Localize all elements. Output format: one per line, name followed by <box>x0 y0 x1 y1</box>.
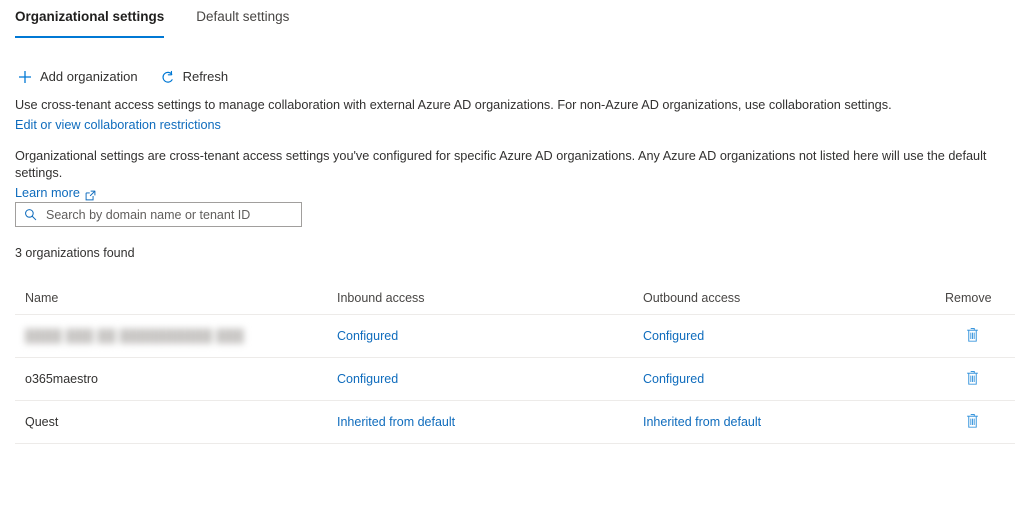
trash-icon <box>965 413 980 432</box>
description-block-1: Use cross-tenant access settings to mana… <box>15 97 892 134</box>
add-organization-label: Add organization <box>40 69 138 84</box>
tab-organizational-settings[interactable]: Organizational settings <box>15 0 174 38</box>
cell-remove <box>945 411 1015 433</box>
organizations-table: Name Inbound access Outbound access Remo… <box>15 282 1015 444</box>
command-bar: Add organization Refresh <box>15 67 230 87</box>
cell-inbound-access: Configured <box>333 372 639 386</box>
column-header-inbound-access: Inbound access <box>337 291 425 305</box>
cell-outbound-access: Configured <box>639 372 945 386</box>
trash-icon <box>965 327 980 346</box>
refresh-label: Refresh <box>182 69 229 84</box>
add-organization-button[interactable]: Add organization <box>15 67 140 87</box>
cell-outbound-access: Configured <box>639 329 945 343</box>
description-paragraph-2: Organizational settings are cross-tenant… <box>15 149 987 180</box>
description-block-2: Organizational settings are cross-tenant… <box>15 148 1024 202</box>
inbound-access-link[interactable]: Configured <box>337 372 398 386</box>
tab-organizational-settings-label: Organizational settings <box>15 9 165 24</box>
remove-organization-button[interactable] <box>961 325 983 347</box>
cross-tenant-access-settings-page: Organizational settings Default settings… <box>0 0 1024 518</box>
cell-inbound-access: Inherited from default <box>333 415 639 429</box>
remove-organization-button[interactable] <box>961 411 983 433</box>
table-row[interactable]: o365maestro Configured Configured <box>15 358 1015 401</box>
tab-bar: Organizational settings Default settings <box>0 0 1024 42</box>
column-header-name: Name <box>25 291 59 305</box>
search-icon <box>24 208 37 221</box>
organization-name-redacted: ████ ███ ██ ██████████ ███ <box>25 329 245 343</box>
cell-organization-name: o365maestro <box>25 372 98 386</box>
tab-default-settings[interactable]: Default settings <box>196 0 299 38</box>
table-row[interactable]: ████ ███ ██ ██████████ ███ Configured Co… <box>15 315 1015 358</box>
table-header-row: Name Inbound access Outbound access Remo… <box>15 282 1015 315</box>
results-summary: 3 organizations found <box>15 246 135 260</box>
cell-organization-name: ████ ███ ██ ██████████ ███ <box>15 329 333 343</box>
cell-remove <box>945 368 1015 390</box>
tab-default-settings-label: Default settings <box>196 9 290 24</box>
collaboration-restrictions-link[interactable]: Edit or view collaboration restrictions <box>15 118 221 132</box>
outbound-access-link[interactable]: Configured <box>643 329 704 343</box>
trash-icon <box>965 370 980 389</box>
search-box[interactable] <box>15 202 302 227</box>
remove-organization-button[interactable] <box>961 368 983 390</box>
column-header-remove: Remove <box>945 291 992 305</box>
cell-remove <box>945 325 1015 347</box>
description-paragraph-1: Use cross-tenant access settings to mana… <box>15 98 892 112</box>
tab-active-underline <box>15 36 165 38</box>
inbound-access-link[interactable]: Configured <box>337 329 398 343</box>
search-input[interactable] <box>46 207 293 222</box>
cell-organization-name: Quest <box>25 415 59 429</box>
cell-inbound-access: Configured <box>333 329 639 343</box>
outbound-access-link[interactable]: Configured <box>643 372 704 386</box>
refresh-icon <box>160 69 176 85</box>
column-header-outbound-access: Outbound access <box>643 291 741 305</box>
table-row[interactable]: Quest Inherited from default Inherited f… <box>15 401 1015 444</box>
learn-more-link[interactable]: Learn more <box>15 185 80 202</box>
inbound-access-link[interactable]: Inherited from default <box>337 415 455 429</box>
external-link-icon <box>85 189 96 201</box>
cell-outbound-access: Inherited from default <box>639 415 945 429</box>
outbound-access-link[interactable]: Inherited from default <box>643 415 761 429</box>
refresh-button[interactable]: Refresh <box>158 67 231 87</box>
plus-icon <box>17 69 33 85</box>
